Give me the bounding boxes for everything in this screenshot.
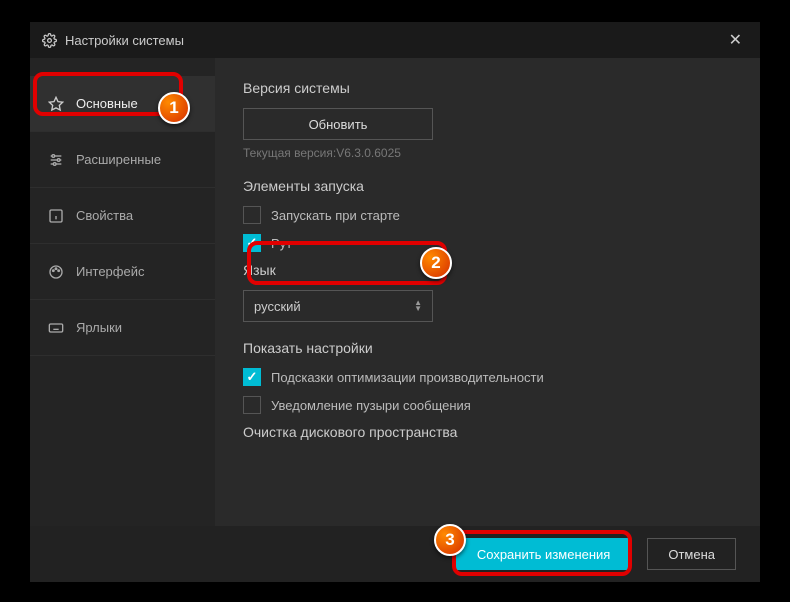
sidebar-item-label: Основные xyxy=(76,96,138,111)
perf-tips-label: Подсказки оптимизации производительности xyxy=(271,370,544,385)
sidebar-item-label: Свойства xyxy=(76,208,133,223)
bubble-checkbox[interactable] xyxy=(243,396,261,414)
sidebar-item-shortcuts[interactable]: Ярлыки xyxy=(30,300,215,356)
root-label: Рут xyxy=(271,236,292,251)
sidebar-item-interface[interactable]: Интерфейс xyxy=(30,244,215,300)
bubble-label: Уведомление пузыри сообщения xyxy=(271,398,471,413)
section-cleanup-title: Очистка дискового пространства xyxy=(243,424,732,440)
sidebar: Основные Расширенные Свойства Интерфейс … xyxy=(30,58,215,526)
checkbox-row-launch: Запускать при старте xyxy=(243,206,732,224)
gear-icon xyxy=(42,33,57,48)
perf-tips-checkbox[interactable] xyxy=(243,368,261,386)
footer: Сохранить изменения Отмена xyxy=(30,526,760,582)
titlebar: Настройки системы ✕ xyxy=(30,22,760,58)
checkbox-row-perf: Подсказки оптимизации производительности xyxy=(243,368,732,386)
section-startup-title: Элементы запуска xyxy=(243,178,732,194)
sidebar-item-advanced[interactable]: Расширенные xyxy=(30,132,215,188)
sidebar-item-properties[interactable]: Свойства xyxy=(30,188,215,244)
section-version-title: Версия системы xyxy=(243,80,732,96)
checkbox-row-bubble: Уведомление пузыри сообщения xyxy=(243,396,732,414)
window-title: Настройки системы xyxy=(65,33,184,48)
sidebar-item-label: Ярлыки xyxy=(76,320,122,335)
info-icon xyxy=(48,208,64,224)
checkbox-row-root: Рут xyxy=(243,234,732,252)
launch-on-start-checkbox[interactable] xyxy=(243,206,261,224)
sidebar-item-label: Расширенные xyxy=(76,152,161,167)
section-show-title: Показать настройки xyxy=(243,340,732,356)
update-button[interactable]: Обновить xyxy=(243,108,433,140)
star-icon xyxy=(48,96,64,112)
launch-on-start-label: Запускать при старте xyxy=(271,208,400,223)
section-lang-title: Язык xyxy=(243,262,732,278)
language-value: русский xyxy=(254,299,301,314)
stepper-arrows-icon: ▲▼ xyxy=(414,300,422,312)
content-area: Версия системы Обновить Текущая версия:V… xyxy=(215,58,760,526)
language-select[interactable]: русский ▲▼ xyxy=(243,290,433,322)
cancel-button[interactable]: Отмена xyxy=(647,538,736,570)
current-version-text: Текущая версия:V6.3.0.6025 xyxy=(243,146,732,160)
keyboard-icon xyxy=(48,320,64,336)
root-checkbox[interactable] xyxy=(243,234,261,252)
close-icon[interactable]: ✕ xyxy=(723,30,748,50)
palette-icon xyxy=(48,264,64,280)
sliders-icon xyxy=(48,152,64,168)
settings-window: Настройки системы ✕ Основные Расширенные… xyxy=(30,22,760,582)
save-button[interactable]: Сохранить изменения xyxy=(456,538,632,570)
sidebar-item-basic[interactable]: Основные xyxy=(30,76,215,132)
sidebar-item-label: Интерфейс xyxy=(76,264,144,279)
